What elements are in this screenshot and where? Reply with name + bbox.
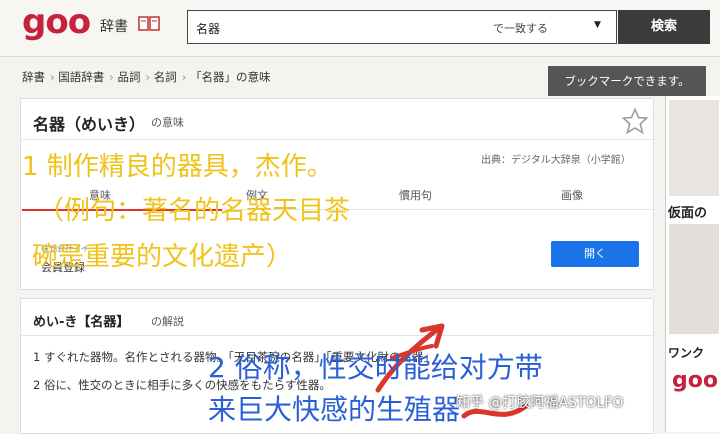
watermark: 知乎 @打胶阿福ASTOLFO (456, 395, 624, 411)
side-advertisement[interactable]: 仮面の ワンク goo (665, 96, 720, 432)
goo-logo[interactable]: goo (22, 2, 91, 42)
explanation-title: めい‐き【名器】 (33, 315, 130, 330)
book-icon (138, 16, 160, 31)
breadcrumb-part-of-speech[interactable]: 品詞 (118, 70, 141, 84)
breadcrumb: 辞書 › 国語辞書 › 品詞 › 名詞 › 「名器」の意味 (22, 70, 271, 84)
search-button[interactable]: 検索 (618, 10, 710, 44)
annotation-line-1: 1 制作精良的器具，杰作。 (22, 152, 333, 182)
bookmark-toast: ブックマークできます。 (548, 66, 706, 96)
breadcrumb-current: 「名器」の意味 (190, 70, 271, 84)
search-box: で一致する ▼ (187, 10, 617, 44)
annotation-line-4: 2 俗称，性交时能给对方带 (208, 351, 543, 384)
divider (21, 139, 653, 140)
explanation-suffix: の解説 (151, 315, 184, 328)
entry-title-suffix: の意味 (151, 116, 184, 129)
manga-image (669, 100, 719, 196)
side-ad-text: ワンク (668, 346, 705, 360)
breadcrumb-dictionary[interactable]: 辞書 (22, 70, 45, 84)
site-header: goo 辞書 で一致する ▼ 検索 (0, 0, 720, 57)
breadcrumb-japanese-dictionary[interactable]: 国語辞書 (58, 70, 104, 84)
annotation-line-2: （例句：著名的名器天目茶 (38, 196, 351, 226)
ad-open-button[interactable]: 開く (551, 241, 639, 267)
search-mode-select[interactable]: で一致する (493, 20, 548, 36)
star-icon[interactable] (621, 107, 649, 135)
entry-title: 名器（めいき） (33, 115, 146, 134)
divider (21, 335, 653, 336)
dictionary-label[interactable]: 辞書 (100, 16, 128, 36)
side-ad-title: 仮面の (668, 202, 708, 221)
manga-image (669, 224, 719, 334)
entry-source: 出典：デジタル大辞泉（小学館） (481, 155, 631, 166)
tab-images[interactable]: 画像 (561, 187, 583, 203)
annotation-line-5: 来巨大快感的生殖器 (208, 393, 461, 426)
search-input[interactable] (194, 17, 488, 39)
tab-idioms[interactable]: 慣用句 (399, 187, 432, 203)
side-ad-logo: goo (672, 368, 718, 393)
annotation-line-3: 碗是重要的文化遗产） (32, 242, 293, 272)
dropdown-arrow-icon[interactable]: ▼ (594, 20, 601, 30)
breadcrumb-noun[interactable]: 名詞 (154, 70, 177, 84)
